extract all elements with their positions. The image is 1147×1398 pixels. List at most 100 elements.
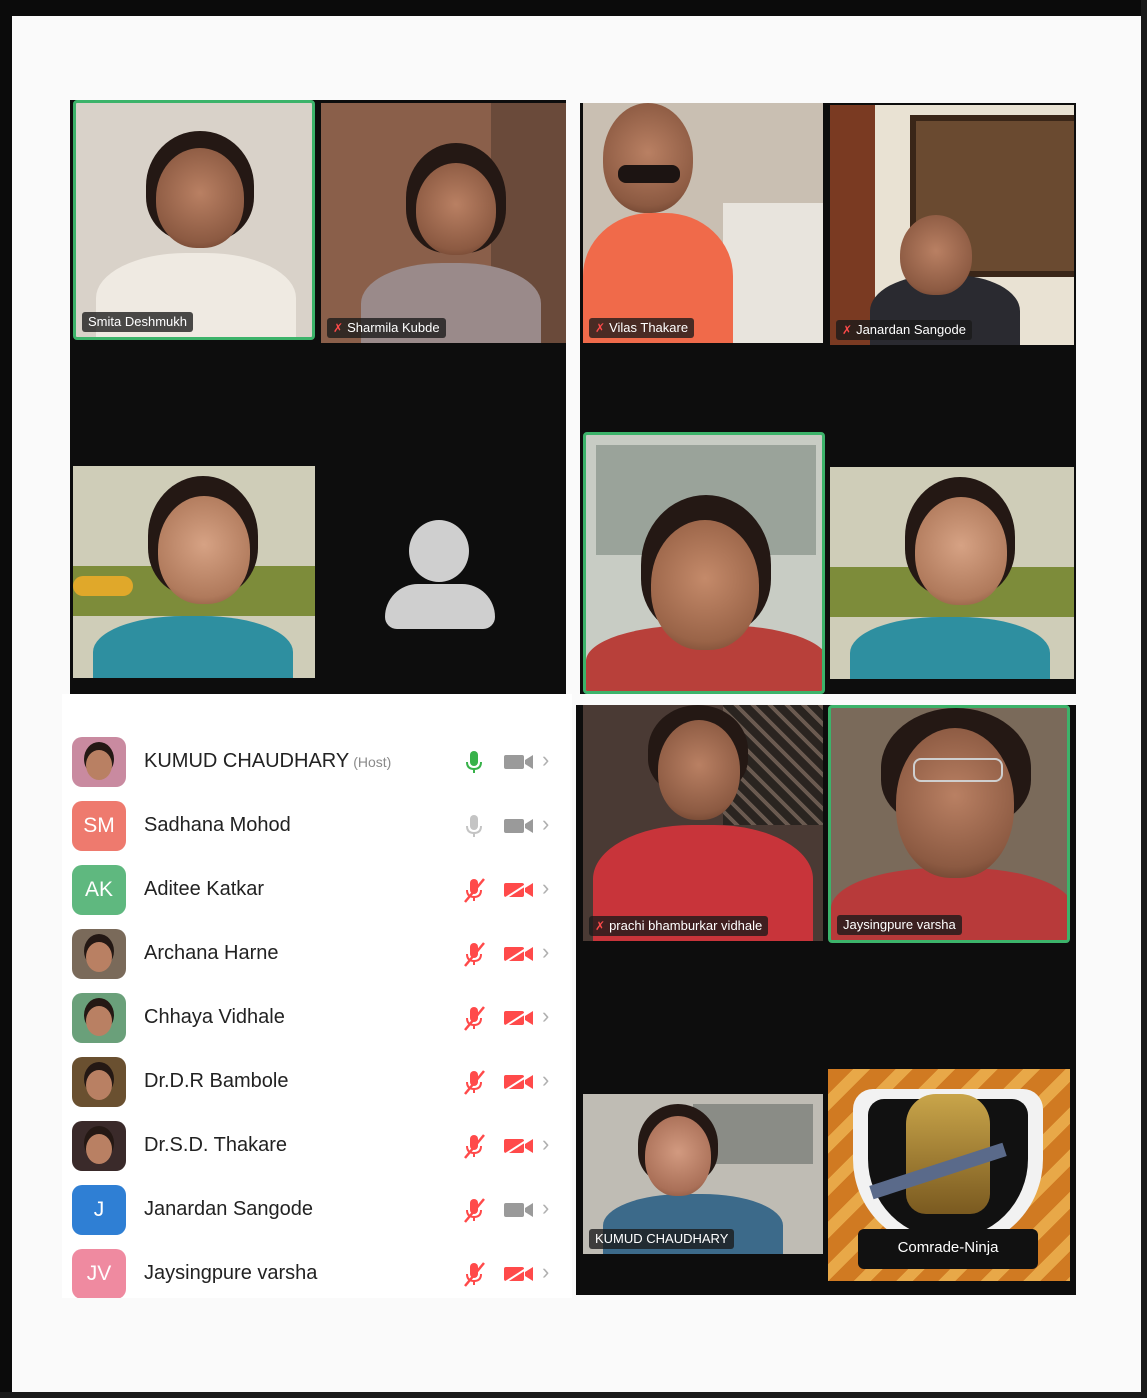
tile-name: Sharmila Kubde [347,320,440,335]
participant-name: Janardan Sangode [144,1198,313,1221]
video-gallery-c: ✗ prachi bhamburkar vidhale Jaysingpure … [576,705,1076,1295]
chevron-right-icon[interactable]: › [542,1195,549,1221]
host-label: (Host) [353,754,392,770]
chevron-right-icon[interactable]: › [542,875,549,901]
mic-muted-icon[interactable] [460,940,488,968]
video-tile[interactable] [583,432,825,694]
chevron-right-icon[interactable]: › [542,747,549,773]
camera-icon[interactable] [502,751,536,773]
camera-icon[interactable] [502,815,536,837]
video-tile[interactable]: Jaysingpure varsha [828,705,1070,943]
participant-row[interactable]: SM Sadhana Mohod › [62,794,572,858]
video-tile[interactable]: ✗ Vilas Thakare [583,103,823,343]
tile-name: Vilas Thakare [609,320,689,335]
participant-avatar [72,1121,126,1171]
video-feed [76,103,312,337]
mic-muted-icon[interactable] [460,876,488,904]
mic-muted-icon[interactable] [460,1068,488,1096]
chevron-right-icon[interactable]: › [542,1067,549,1093]
participant-row[interactable]: Dr.D.R Bambole › [62,1050,572,1114]
camera-off-icon[interactable] [502,1007,536,1029]
chevron-right-icon[interactable]: › [542,939,549,965]
participant-name: Chhaya Vidhale [144,1006,285,1029]
participant-row[interactable]: J Janardan Sangode › [62,1178,572,1242]
participant-name-tag: ✗ Janardan Sangode [836,320,972,340]
chevron-right-icon[interactable]: › [542,1259,549,1285]
camera-icon[interactable] [502,1199,536,1221]
participant-name-text: Sadhana Mohod [144,814,291,836]
participants-list[interactable]: KUMUD CHAUDHARY (Host) › SM Sadhana Mohod › AK… [62,694,572,1298]
mic-muted-icon[interactable] [460,1196,488,1224]
participant-name-text: Jaysingpure varsha [144,1262,318,1284]
participant-row[interactable]: Chhaya Vidhale › [62,986,572,1050]
avatar-photo [86,942,112,972]
participant-name-tag: 🎤 Smita Deshmukh [82,312,193,332]
video-feed [583,103,823,343]
camera-off-icon[interactable] [502,1263,536,1285]
chevron-right-icon[interactable]: › [542,811,549,837]
participant-name-text: Chhaya Vidhale [144,1006,285,1028]
mic-muted-icon[interactable] [460,1260,488,1288]
avatar-photo [86,750,112,780]
participant-name: Archana Harne [144,942,279,965]
participant-avatar: AK [72,865,126,915]
participant-avatar [72,929,126,979]
video-feed [321,103,566,343]
avatar-photo [86,1006,112,1036]
participant-avatar: J [72,1185,126,1235]
mic-muted-icon[interactable] [460,1004,488,1032]
muted-mic-icon: ✗ [595,321,606,335]
participant-row[interactable]: AK Aditee Katkar › [62,858,572,922]
chevron-right-icon[interactable]: › [542,1003,549,1029]
camera-off-icon[interactable] [502,1135,536,1157]
video-tile[interactable] [830,467,1074,679]
video-tile[interactable]: ✗ Sharmila Kubde [321,103,566,343]
participant-name: Sadhana Mohod [144,814,291,837]
mic-muted-icon[interactable] [460,1132,488,1160]
muted-mic-icon: ✗ [842,323,853,337]
participant-name-text: Archana Harne [144,942,279,964]
participant-name-tag: ✗ prachi bhamburkar vidhale [589,916,769,936]
participant-name-tag: ✗ Sharmila Kubde [327,318,446,338]
participant-row[interactable]: JV Jaysingpure varsha › [62,1242,572,1298]
participant-row[interactable]: Dr.S.D. Thakare › [62,1114,572,1178]
participant-name: KUMUD CHAUDHARY (Host) [144,750,391,773]
chevron-right-icon[interactable]: › [542,1131,549,1157]
participant-avatar: SM [72,801,126,851]
video-tile[interactable]: 🎤 Smita Deshmukh [73,100,315,340]
mic-icon[interactable] [460,748,488,776]
video-feed [583,705,823,941]
participant-row[interactable]: Archana Harne › [62,922,572,986]
ninja-logo-text: Comrade-Ninja [897,1239,999,1256]
scan-border-top [0,0,1147,16]
scan-border-left [0,0,12,1398]
video-tile[interactable]: KUMUD CHAUDHARY [583,1094,823,1254]
participant-name-text: Janardan Sangode [144,1198,314,1220]
avatar-photo [86,1134,112,1164]
participant-name-text: Aditee Katkar [144,878,265,900]
mic-icon[interactable] [460,812,488,840]
participant-name-text: KUMUD CHAUDHARY [144,750,350,772]
tile-name: Smita Deshmukh [88,314,187,329]
video-feed [73,466,315,678]
video-feed [830,105,1074,345]
participant-row[interactable]: KUMUD CHAUDHARY (Host) › [62,730,572,794]
ninja-avatar-image: Comrade-Ninja [828,1069,1070,1281]
participant-name-text: Dr.S.D. Thakare [144,1134,288,1156]
participant-name-tag: KUMUD CHAUDHARY [589,1229,735,1249]
camera-off-icon[interactable] [502,943,536,965]
avatar-photo [86,1070,112,1100]
video-feed [831,708,1067,940]
list-item-cutoff [62,694,572,708]
avatar-placeholder-icon [385,520,495,630]
video-feed [586,435,822,691]
camera-off-icon[interactable] [502,1071,536,1093]
video-tile[interactable]: ✗ Janardan Sangode [830,105,1074,345]
camera-off-icon[interactable] [502,879,536,901]
video-tile[interactable] [73,466,315,678]
participant-avatar [72,1057,126,1107]
video-tile[interactable]: Comrade-Ninja [828,1069,1070,1281]
participant-name-tag: ✗ Vilas Thakare [589,318,695,338]
video-tile[interactable]: ✗ prachi bhamburkar vidhale [583,705,823,941]
muted-mic-icon: ✗ [595,919,606,933]
